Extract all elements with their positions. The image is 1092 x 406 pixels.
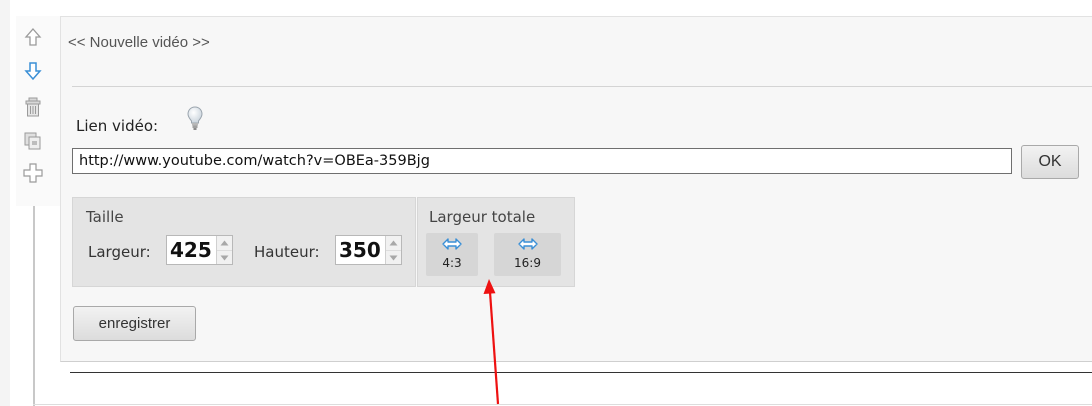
video-block-panel bbox=[60, 16, 1092, 362]
video-url-input[interactable]: http://www.youtube.com/watch?v=OBEa-359B… bbox=[72, 148, 1012, 174]
size-section-label: Taille bbox=[86, 208, 124, 226]
frame-bottom-border bbox=[33, 404, 1092, 405]
full-width-section-label: Largeur totale bbox=[429, 208, 536, 226]
ratio-16-9-button[interactable]: 16:9 bbox=[494, 233, 561, 276]
height-value[interactable]: 350 bbox=[339, 238, 381, 262]
height-spinner-arrows bbox=[385, 236, 401, 264]
title-divider bbox=[72, 86, 1092, 87]
expand-width-icon bbox=[517, 238, 538, 250]
height-label: Hauteur: bbox=[254, 243, 320, 261]
save-button[interactable]: enregistrer bbox=[73, 306, 196, 341]
size-section: Taille Largeur: 425 Hauteur: 350 bbox=[72, 197, 416, 287]
block-toolbar bbox=[16, 16, 61, 206]
ratio-4-3-label: 4:3 bbox=[442, 256, 462, 270]
width-increment-icon[interactable] bbox=[217, 236, 232, 250]
bottom-divider bbox=[70, 372, 1092, 373]
frame-border bbox=[33, 185, 35, 406]
move-down-icon[interactable] bbox=[22, 60, 44, 82]
width-decrement-icon[interactable] bbox=[217, 250, 232, 264]
move-up-icon[interactable] bbox=[22, 26, 44, 48]
lightbulb-hint-icon[interactable] bbox=[187, 106, 203, 132]
width-spinner[interactable]: 425 bbox=[166, 235, 233, 265]
width-label: Largeur: bbox=[88, 243, 151, 261]
height-spinner[interactable]: 350 bbox=[335, 235, 402, 265]
height-increment-icon[interactable] bbox=[386, 236, 401, 250]
annotation-arrow bbox=[483, 279, 500, 405]
ratio-4-3-button[interactable]: 4:3 bbox=[426, 233, 478, 276]
ratio-16-9-label: 16:9 bbox=[514, 256, 541, 270]
block-title: << Nouvelle vidéo >> bbox=[68, 34, 210, 51]
page: << Nouvelle vidéo >> Lien vidéo: http://… bbox=[0, 0, 1092, 406]
ok-button[interactable]: OK bbox=[1021, 145, 1079, 179]
width-spinner-arrows bbox=[216, 236, 232, 264]
video-link-label: Lien vidéo: bbox=[76, 117, 159, 135]
trash-icon[interactable] bbox=[22, 96, 44, 118]
height-decrement-icon[interactable] bbox=[386, 250, 401, 264]
add-icon[interactable] bbox=[22, 162, 44, 184]
copy-icon[interactable] bbox=[22, 130, 44, 152]
width-value[interactable]: 425 bbox=[170, 238, 212, 262]
expand-width-icon bbox=[442, 238, 462, 250]
page-left-edge bbox=[0, 0, 10, 406]
